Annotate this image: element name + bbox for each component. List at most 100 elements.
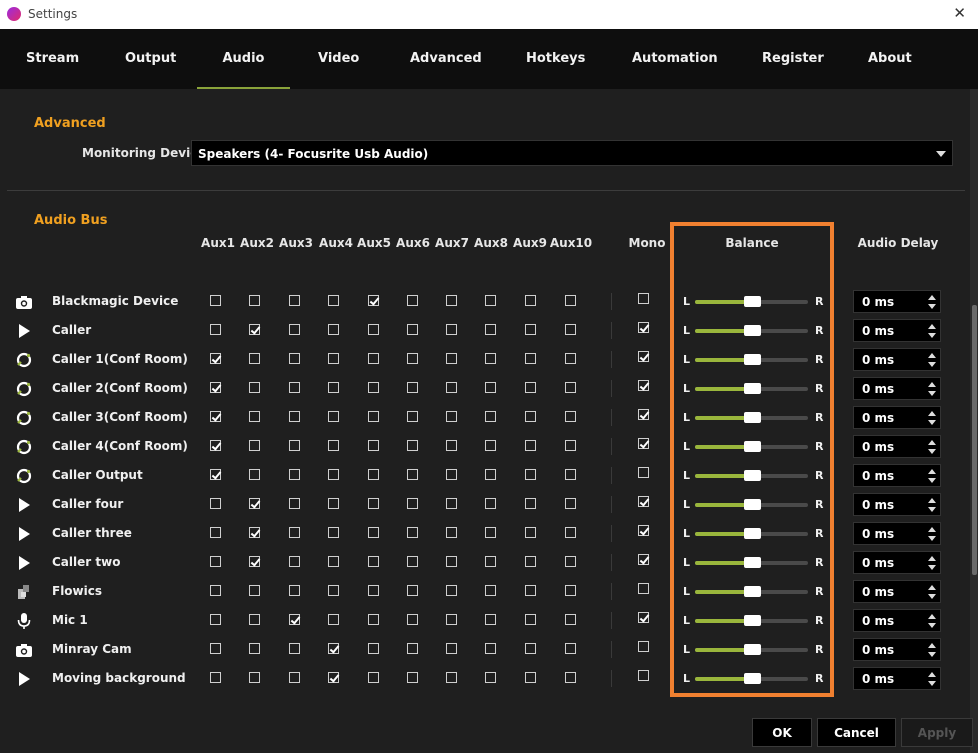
aux5-checkbox[interactable]	[368, 643, 379, 654]
aux3-checkbox[interactable]	[289, 672, 300, 683]
aux3-checkbox[interactable]	[289, 527, 300, 538]
balance-slider-thumb[interactable]	[743, 383, 761, 394]
aux3-checkbox[interactable]	[289, 295, 300, 306]
audio-delay-spinbox[interactable]: 0 ms	[853, 319, 941, 342]
mono-checkbox[interactable]	[638, 293, 649, 304]
audio-delay-spinbox[interactable]: 0 ms	[853, 435, 941, 458]
aux7-checkbox[interactable]	[446, 382, 457, 393]
apply-button[interactable]: Apply	[901, 718, 973, 747]
audio-delay-spinbox[interactable]: 0 ms	[853, 493, 941, 516]
aux10-checkbox[interactable]	[565, 469, 576, 480]
aux9-checkbox[interactable]	[525, 324, 536, 335]
spin-up-icon[interactable]	[928, 469, 936, 474]
aux1-checkbox[interactable]	[210, 498, 221, 509]
aux5-checkbox[interactable]	[368, 556, 379, 567]
aux6-checkbox[interactable]	[407, 585, 418, 596]
balance-slider-thumb[interactable]	[743, 470, 761, 481]
balance-slider-thumb[interactable]	[743, 296, 761, 307]
tab-register[interactable]: Register	[762, 29, 824, 89]
aux6-checkbox[interactable]	[407, 324, 418, 335]
aux3-checkbox[interactable]	[289, 382, 300, 393]
aux8-checkbox[interactable]	[485, 295, 496, 306]
aux10-checkbox[interactable]	[565, 295, 576, 306]
aux1-checkbox[interactable]	[210, 585, 221, 596]
aux4-checkbox[interactable]	[328, 440, 339, 451]
aux4-checkbox[interactable]	[328, 382, 339, 393]
aux10-checkbox[interactable]	[565, 498, 576, 509]
aux5-checkbox[interactable]	[368, 672, 379, 683]
balance-slider[interactable]	[695, 557, 808, 568]
aux10-checkbox[interactable]	[565, 353, 576, 364]
aux5-checkbox[interactable]	[368, 614, 379, 625]
balance-slider[interactable]	[695, 615, 808, 626]
balance-slider[interactable]	[695, 499, 808, 510]
aux7-checkbox[interactable]	[446, 585, 457, 596]
aux7-checkbox[interactable]	[446, 353, 457, 364]
audio-delay-spinbox[interactable]: 0 ms	[853, 580, 941, 603]
aux3-checkbox[interactable]	[289, 411, 300, 422]
aux1-checkbox[interactable]	[210, 353, 221, 364]
aux2-checkbox[interactable]	[249, 498, 260, 509]
aux5-checkbox[interactable]	[368, 527, 379, 538]
mono-checkbox[interactable]	[638, 612, 649, 623]
aux7-checkbox[interactable]	[446, 498, 457, 509]
aux6-checkbox[interactable]	[407, 469, 418, 480]
aux6-checkbox[interactable]	[407, 672, 418, 683]
aux7-checkbox[interactable]	[446, 527, 457, 538]
aux8-checkbox[interactable]	[485, 585, 496, 596]
tab-output[interactable]: Output	[125, 29, 176, 89]
ok-button[interactable]: OK	[752, 718, 812, 747]
spin-up-icon[interactable]	[928, 527, 936, 532]
aux4-checkbox[interactable]	[328, 527, 339, 538]
tab-automation[interactable]: Automation	[632, 29, 718, 89]
spin-up-icon[interactable]	[928, 353, 936, 358]
aux1-checkbox[interactable]	[210, 643, 221, 654]
aux2-checkbox[interactable]	[249, 295, 260, 306]
spin-up-icon[interactable]	[928, 295, 936, 300]
tab-advanced[interactable]: Advanced	[410, 29, 482, 89]
balance-slider[interactable]	[695, 528, 808, 539]
aux4-checkbox[interactable]	[328, 672, 339, 683]
aux7-checkbox[interactable]	[446, 614, 457, 625]
spin-up-icon[interactable]	[928, 382, 936, 387]
aux2-checkbox[interactable]	[249, 382, 260, 393]
tab-audio[interactable]: Audio	[197, 29, 290, 89]
spin-down-icon[interactable]	[928, 304, 936, 309]
aux4-checkbox[interactable]	[328, 643, 339, 654]
spin-down-icon[interactable]	[928, 420, 936, 425]
aux1-checkbox[interactable]	[210, 614, 221, 625]
vertical-scrollbar[interactable]	[970, 89, 978, 753]
spin-down-icon[interactable]	[928, 681, 936, 686]
spin-up-icon[interactable]	[928, 672, 936, 677]
aux10-checkbox[interactable]	[565, 585, 576, 596]
aux9-checkbox[interactable]	[525, 614, 536, 625]
aux9-checkbox[interactable]	[525, 643, 536, 654]
aux5-checkbox[interactable]	[368, 353, 379, 364]
aux1-checkbox[interactable]	[210, 440, 221, 451]
aux8-checkbox[interactable]	[485, 469, 496, 480]
aux1-checkbox[interactable]	[210, 527, 221, 538]
audio-delay-spinbox[interactable]: 0 ms	[853, 667, 941, 690]
spin-up-icon[interactable]	[928, 614, 936, 619]
balance-slider-thumb[interactable]	[743, 644, 761, 655]
balance-slider[interactable]	[695, 296, 808, 307]
aux6-checkbox[interactable]	[407, 527, 418, 538]
aux4-checkbox[interactable]	[328, 324, 339, 335]
mono-checkbox[interactable]	[638, 670, 649, 681]
aux6-checkbox[interactable]	[407, 556, 418, 567]
tab-video[interactable]: Video	[318, 29, 359, 89]
spin-up-icon[interactable]	[928, 324, 936, 329]
balance-slider-thumb[interactable]	[743, 325, 761, 336]
mono-checkbox[interactable]	[638, 409, 649, 420]
aux6-checkbox[interactable]	[407, 440, 418, 451]
aux7-checkbox[interactable]	[446, 643, 457, 654]
aux6-checkbox[interactable]	[407, 498, 418, 509]
balance-slider-thumb[interactable]	[743, 586, 761, 597]
audio-delay-spinbox[interactable]: 0 ms	[853, 290, 941, 313]
balance-slider-thumb[interactable]	[743, 673, 761, 684]
audio-delay-spinbox[interactable]: 0 ms	[853, 609, 941, 632]
aux8-checkbox[interactable]	[485, 324, 496, 335]
balance-slider-thumb[interactable]	[743, 354, 761, 365]
aux2-checkbox[interactable]	[249, 469, 260, 480]
spin-down-icon[interactable]	[928, 391, 936, 396]
